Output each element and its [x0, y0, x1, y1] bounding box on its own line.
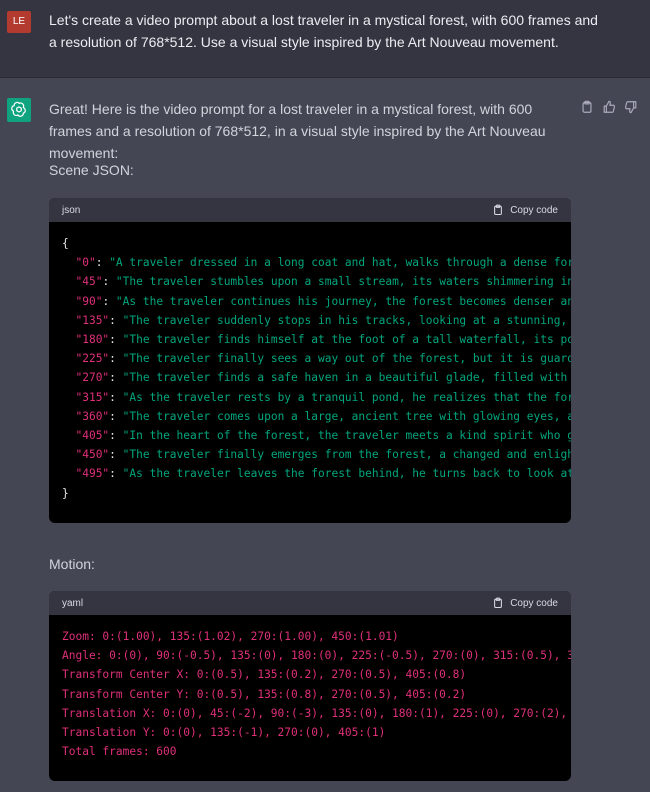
- user-message-text: Let's create a video prompt about a lost…: [49, 12, 598, 50]
- json-line: "495": "As the traveler leaves the fores…: [62, 464, 571, 483]
- user-avatar: LE: [7, 11, 31, 33]
- json-colon: :: [109, 371, 123, 385]
- json-key: "270": [75, 371, 110, 385]
- json-key: "225": [75, 352, 110, 366]
- yaml-line: Translation Y: 0:(0), 135:(-1), 270:(0),…: [62, 726, 386, 740]
- yaml-line: Transform Center Y: 0:(0.5), 135:(0.8), …: [62, 687, 467, 701]
- json-value: "The traveler suddenly stops in his trac…: [122, 313, 568, 327]
- json-colon: :: [102, 294, 116, 308]
- json-colon: :: [109, 429, 123, 443]
- json-key: "360": [75, 409, 110, 423]
- json-value: "The traveler finds himself at the foot …: [122, 333, 571, 347]
- scene-json-label: Scene JSON:: [49, 162, 134, 178]
- yaml-line: Angle: 0:(0), 90:(-0.5), 135:(0), 180:(0…: [62, 649, 571, 663]
- json-line: "45": "The traveler stumbles upon a smal…: [62, 272, 571, 291]
- yaml-code-block: yaml Copy code Zoom: 0:(1.00), 135:(1.02…: [49, 591, 571, 781]
- json-colon: :: [109, 467, 123, 481]
- copy-code-button[interactable]: Copy code: [492, 204, 558, 216]
- json-value: "The traveler comes upon a large, ancien…: [122, 409, 571, 423]
- json-key: "450": [75, 448, 110, 462]
- openai-logo-icon: [7, 98, 31, 122]
- json-line: "360": "The traveler comes upon a large,…: [62, 407, 571, 426]
- json-lines: "0": "A traveler dressed in a long coat …: [62, 253, 571, 483]
- json-line: "270": "The traveler finds a safe haven …: [62, 368, 571, 387]
- json-colon: :: [109, 409, 123, 423]
- copy-code-label: Copy code: [510, 597, 558, 609]
- code-block-header: yaml Copy code: [49, 591, 571, 615]
- copy-code-label: Copy code: [510, 204, 558, 216]
- json-colon: :: [109, 333, 123, 347]
- json-value: "In the heart of the forest, the travele…: [122, 429, 571, 443]
- yaml-line: Zoom: 0:(1.00), 135:(1.02), 270:(1.00), …: [62, 630, 399, 643]
- json-value: "The traveler finally sees a way out of …: [122, 352, 571, 366]
- yaml-code-content[interactable]: Zoom: 0:(1.00), 135:(1.02), 270:(1.00), …: [49, 615, 571, 781]
- clipboard-icon[interactable]: [580, 100, 594, 114]
- json-value: "The traveler stumbles upon a small stre…: [115, 275, 571, 289]
- json-value: "The traveler finally emerges from the f…: [122, 448, 571, 462]
- code-block-header: json Copy code: [49, 198, 571, 222]
- json-code-block: json Copy code { "0": "A traveler dresse…: [49, 198, 571, 523]
- json-line: "180": "The traveler finds himself at th…: [62, 330, 571, 349]
- yaml-line: Translation X: 0:(0), 45:(-2), 90:(-3), …: [62, 706, 568, 720]
- json-line: "90": "As the traveler continues his jou…: [62, 292, 571, 311]
- yaml-lines: Zoom: 0:(1.00), 135:(1.02), 270:(1.00), …: [62, 627, 571, 761]
- json-open-brace: {: [62, 237, 69, 250]
- json-code-content[interactable]: { "0": "A traveler dressed in a long coa…: [49, 222, 571, 523]
- code-language-label: yaml: [62, 597, 84, 609]
- json-colon: :: [109, 352, 123, 366]
- json-value: "As the traveler rests by a tranquil pon…: [122, 390, 571, 404]
- json-colon: :: [109, 448, 123, 462]
- yaml-line: Total frames: 600: [62, 745, 177, 759]
- thumbs-up-icon[interactable]: [602, 100, 616, 114]
- json-key: "495": [75, 467, 110, 481]
- json-line: "135": "The traveler suddenly stops in h…: [62, 311, 571, 330]
- yaml-line: Transform Center X: 0:(0.5), 135:(0.2), …: [62, 668, 467, 682]
- motion-label: Motion:: [49, 556, 95, 572]
- json-line: "450": "The traveler finally emerges fro…: [62, 445, 571, 464]
- json-value: "As the traveler leaves the forest behin…: [122, 467, 571, 481]
- json-value: "As the traveler continues his journey, …: [115, 294, 571, 308]
- json-close-brace: }: [62, 486, 69, 500]
- json-key: "315": [75, 390, 110, 404]
- message-actions: [580, 100, 642, 116]
- json-value: "The traveler finds a safe haven in a be…: [122, 371, 568, 385]
- clipboard-icon: [494, 204, 503, 216]
- clipboard-icon: [494, 597, 503, 609]
- thumbs-down-icon[interactable]: [624, 100, 638, 114]
- json-line: "0": "A traveler dressed in a long coat …: [62, 253, 571, 272]
- copy-code-button[interactable]: Copy code: [492, 597, 558, 609]
- json-key: "135": [75, 313, 110, 327]
- json-colon: :: [102, 275, 116, 289]
- json-value: "A traveler dressed in a long coat and h…: [109, 256, 571, 270]
- json-colon: :: [109, 390, 123, 404]
- code-language-label: json: [62, 204, 81, 216]
- json-key: "180": [75, 333, 110, 347]
- user-message: LE Let's create a video prompt about a l…: [0, 0, 650, 78]
- json-colon: :: [109, 313, 123, 327]
- json-key: "0": [75, 256, 96, 270]
- assistant-intro-text: Great! Here is the video prompt for a lo…: [49, 101, 546, 161]
- json-line: "315": "As the traveler rests by a tranq…: [62, 388, 571, 407]
- json-line: "405": "In the heart of the forest, the …: [62, 426, 571, 445]
- json-key: "90": [75, 294, 103, 308]
- json-key: "405": [75, 429, 110, 443]
- json-line: "225": "The traveler finally sees a way …: [62, 349, 571, 368]
- json-colon: :: [95, 256, 110, 270]
- json-key: "45": [75, 275, 103, 289]
